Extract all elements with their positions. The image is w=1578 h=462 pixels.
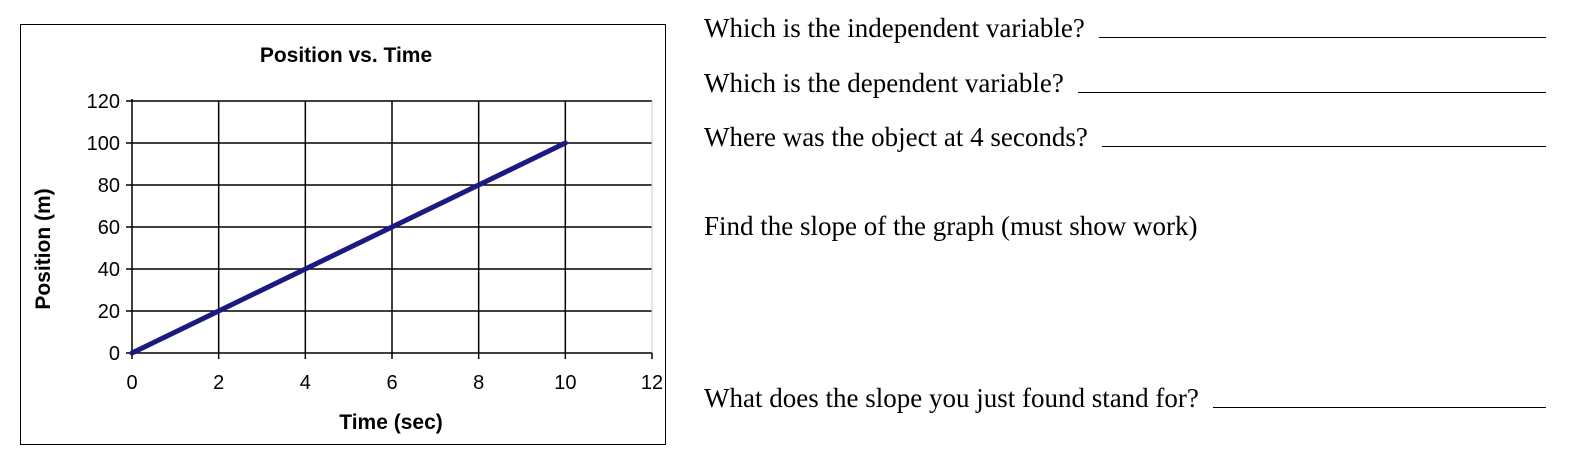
question-independent-variable: Which is the independent variable? — [704, 8, 1546, 44]
answer-line[interactable] — [1098, 36, 1546, 38]
chart-title: Position vs. Time — [260, 44, 432, 67]
answer-line[interactable] — [1077, 91, 1546, 93]
x-tick-label: 12 — [641, 372, 663, 394]
x-tick-label: 2 — [213, 372, 224, 394]
x-tick-label: 4 — [300, 372, 311, 394]
x-tick-label: 10 — [554, 372, 576, 394]
chart-frame: Position vs. Time 0 20 40 60 80 100 120 0 2 4 6 8 10… — [20, 24, 666, 445]
question-text: Which is the dependent variable? — [704, 68, 1064, 98]
question-text: Find the slope of the graph (must show w… — [704, 211, 1198, 241]
y-axis-label: Position (m) — [32, 188, 55, 309]
y-tick-label: 100 — [87, 133, 120, 155]
answer-line[interactable] — [1101, 145, 1546, 147]
x-tick-label: 0 — [126, 372, 137, 394]
y-tick-label: 60 — [98, 217, 120, 239]
x-axis-label: Time (sec) — [339, 411, 443, 434]
tick-labels: 0 20 40 60 80 100 120 0 2 4 6 8 10 12 — [87, 91, 664, 394]
question-position-at-4s: Where was the object at 4 seconds? — [704, 117, 1546, 153]
question-text: Where was the object at 4 seconds? — [704, 122, 1088, 152]
y-tick-label: 0 — [109, 343, 120, 365]
y-tick-label: 120 — [87, 91, 120, 113]
y-tick-label: 40 — [98, 259, 120, 281]
question-find-slope: Find the slope of the graph (must show w… — [704, 206, 1197, 242]
x-tick-label: 8 — [473, 372, 484, 394]
question-dependent-variable: Which is the dependent variable? — [704, 63, 1546, 99]
y-tick-label: 80 — [98, 175, 120, 197]
question-text: What does the slope you just found stand… — [704, 383, 1199, 413]
data-series — [129, 140, 568, 356]
answer-line[interactable] — [1212, 406, 1546, 408]
x-tick-label: 6 — [386, 372, 397, 394]
y-tick-label: 20 — [98, 301, 120, 323]
question-text: Which is the independent variable? — [704, 13, 1085, 43]
series-line — [129, 140, 568, 356]
position-time-chart: Position vs. Time 0 20 40 60 80 100 120 0 2 4 6 8 10… — [32, 44, 664, 434]
question-slope-meaning: What does the slope you just found stand… — [704, 378, 1546, 414]
